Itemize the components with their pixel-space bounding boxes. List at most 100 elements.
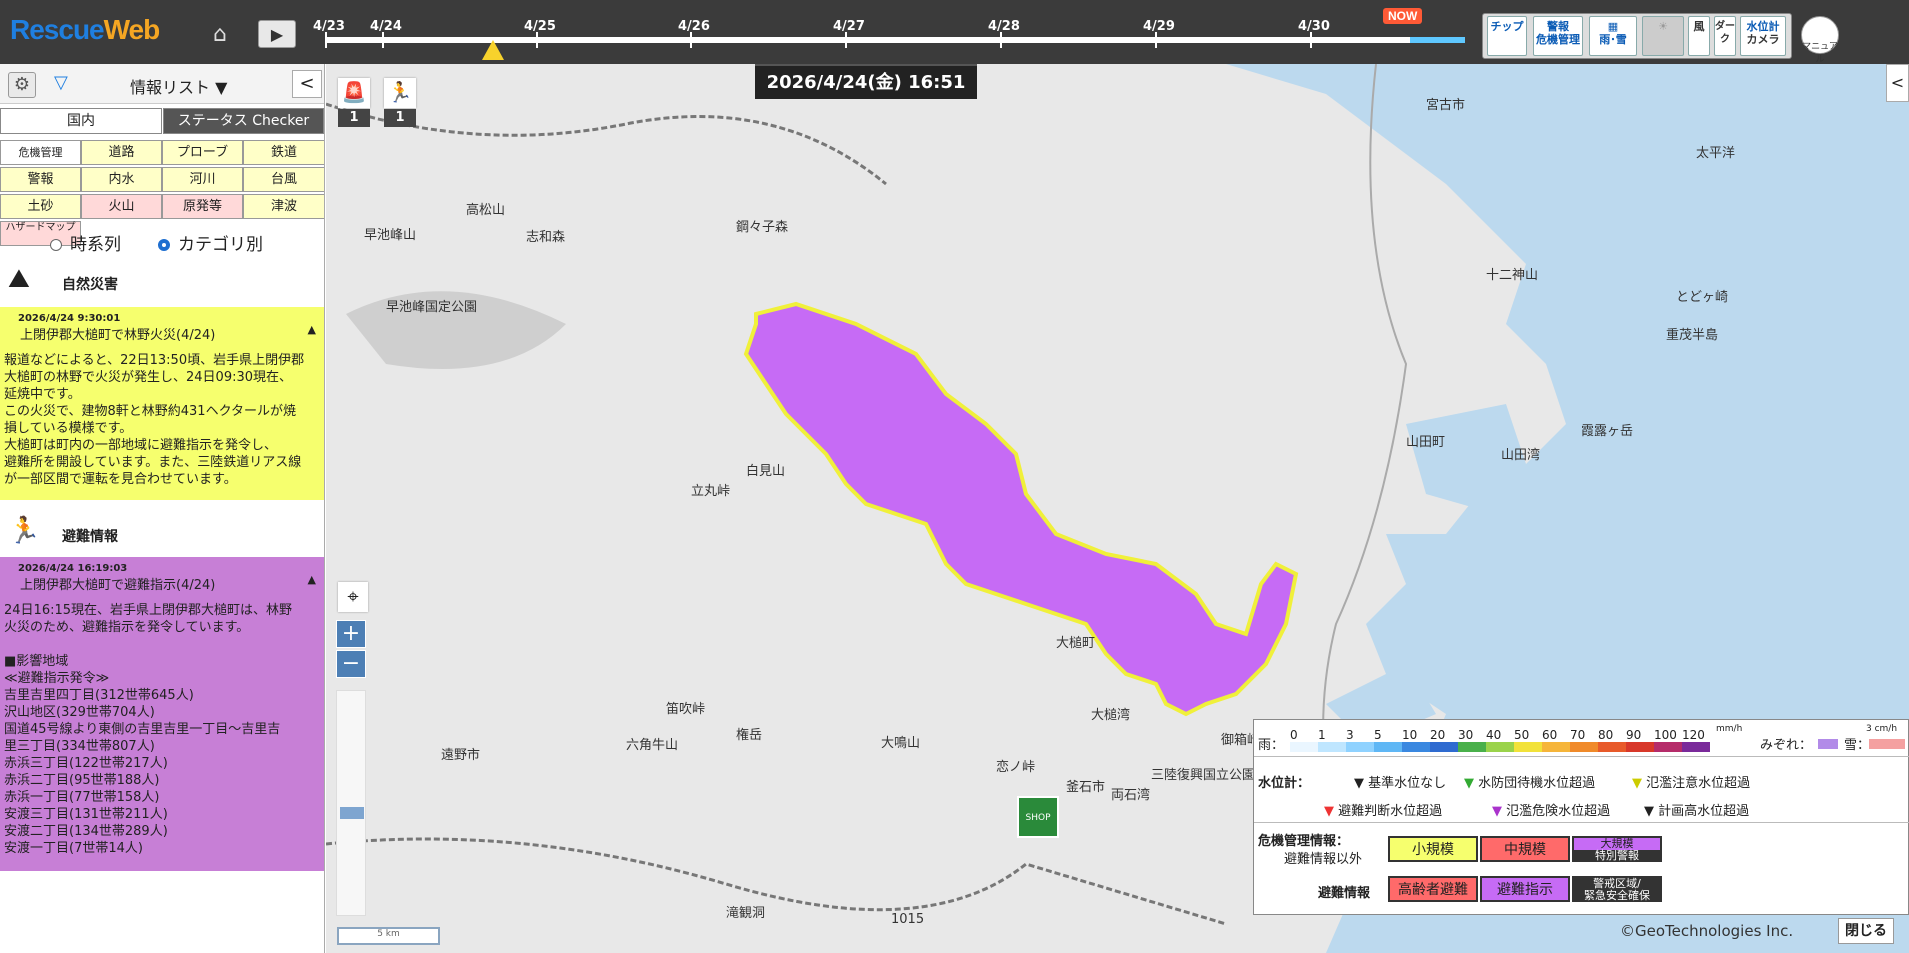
timeline-date-label[interactable]: 4/24 (370, 19, 402, 34)
rain-swatch (1346, 742, 1374, 752)
tab-status-checker[interactable]: ステータス Checker (163, 108, 324, 134)
rain-swatch (1626, 742, 1654, 752)
rain-swatch (1290, 742, 1318, 752)
rain-value-label: 50 (1514, 728, 1530, 742)
card-text-line: 避難所を開設しています。また、三陸鉄道リアス線 (4, 455, 302, 470)
rain-value-label: 70 (1570, 728, 1586, 742)
chip-button[interactable]: チップ (1487, 16, 1527, 56)
evacuation-person-icon[interactable]: 🏃 (384, 78, 416, 108)
card-text-line: 延焼中です。 (4, 387, 81, 402)
category-filter[interactable]: 警報 (0, 167, 81, 192)
legend-elderly-evac: 高齢者避難 (1388, 876, 1478, 902)
water-level-evac-judge: ▼ 避難判断水位超過 (1324, 804, 1443, 819)
rain-value-label: 120 (1682, 728, 1705, 742)
info-list-title[interactable]: 情報リスト ▼ (130, 74, 227, 98)
category-filter[interactable]: 道路 (81, 140, 162, 165)
home-icon[interactable]: ⌂ (205, 22, 235, 48)
map-place-label: とどヶ崎 (1676, 290, 1729, 305)
card-text-line: ■影響地域 (4, 654, 69, 669)
filter-icon[interactable]: ▽ (54, 72, 68, 93)
map-place-label: 笛吹峠 (666, 702, 706, 717)
card-text-line: 赤浜一丁目(77世帯158人) (4, 790, 160, 805)
map-place-label: 早池峰国定公園 (386, 300, 478, 315)
current-datetime: 2026/4/24(金) 16:51 (755, 64, 977, 99)
shop-icon[interactable]: SHOP (1017, 796, 1059, 838)
map-place-label: 立丸峠 (691, 484, 731, 499)
map-place-label: 大槌町 (1056, 636, 1096, 651)
timeline-tick (325, 32, 327, 48)
evacuation-card[interactable]: 2026/4/24 16:19:03 上閉伊郡大槌町で避難指示(4/24) ▲ … (0, 557, 324, 871)
category-filter[interactable]: 土砂 (0, 194, 81, 219)
zoom-handle[interactable] (340, 807, 364, 819)
gear-icon[interactable]: ⚙ (8, 72, 36, 98)
collapse-up-icon[interactable]: ▲ (308, 571, 316, 588)
timeline-marker[interactable] (482, 40, 504, 60)
wind-button[interactable]: 風 (1688, 16, 1710, 56)
snow-swatch (1869, 739, 1905, 749)
timeline-now-range (1410, 37, 1465, 43)
map-place-label: 滝観洞 (726, 906, 766, 921)
now-label[interactable]: NOW (1383, 8, 1423, 24)
section-natural-disaster: ⛰ 自然災害 (8, 264, 118, 294)
collapse-panel-button[interactable]: < (292, 70, 322, 98)
category-filter[interactable]: 台風 (243, 167, 324, 192)
timeline-date-label[interactable]: 4/30 (1298, 19, 1330, 34)
collapse-up-icon[interactable]: ▲ (308, 321, 316, 338)
card-text-line: 火災のため、避難指示を発令しています。 (4, 620, 250, 635)
map-place-label: 六角牛山 (626, 738, 679, 753)
timeline-date-label[interactable]: 4/26 (678, 19, 710, 34)
alert-button[interactable]: 警報 危機管理 (1533, 16, 1583, 56)
locate-icon[interactable]: ⌖ (338, 582, 368, 612)
radio-time-series[interactable]: 時系列 (50, 230, 121, 255)
timeline-tick (845, 32, 847, 48)
radio-category[interactable]: カテゴリ別 (158, 230, 263, 255)
legend-small: 小規模 (1388, 836, 1478, 862)
info-list-panel: ⚙ ▽ 情報リスト ▼ < 国内 ステータス Checker 危機管理 道路 プロー… (0, 64, 325, 953)
timeline-tick (1310, 32, 1312, 48)
rain-value-label: 30 (1458, 728, 1474, 742)
map-place-label: 恋ノ峠 (996, 760, 1036, 775)
map-legend: 雨： 0 1 3 5 10 20 30 40 50 60 70 80 90 100 120 mm/h みぞれ… (1253, 719, 1909, 915)
category-filter[interactable]: 危機管理 (0, 140, 81, 165)
zoom-in-button[interactable]: + (336, 620, 366, 648)
timeline-date-label[interactable]: 4/23 (313, 19, 345, 34)
zoom-out-button[interactable]: − (336, 650, 366, 678)
tab-domestic[interactable]: 国内 (0, 108, 162, 134)
app-logo[interactable]: RescueWeb (10, 14, 160, 46)
timeline-date-label[interactable]: 4/25 (524, 19, 556, 34)
sun-icon[interactable]: ☀ (1642, 16, 1684, 56)
close-legend-button[interactable]: 閉じる (1838, 918, 1894, 944)
category-filter[interactable]: プローブ (162, 140, 243, 165)
manual-button[interactable]: マニュアル (1801, 16, 1839, 65)
map-place-label: 早池峰山 (364, 228, 417, 243)
card-text-line: 赤浜二丁目(95世帯188人) (4, 773, 160, 788)
play-button[interactable]: ▶ (258, 20, 296, 48)
timeline-date-label[interactable]: 4/29 (1143, 19, 1175, 34)
category-filter[interactable]: 火山 (81, 194, 162, 219)
timeline-tick (536, 32, 538, 48)
wildfire-card[interactable]: 2026/4/24 9:30:01 上閉伊郡大槌町で林野火災(4/24) ▲ 報… (0, 307, 324, 500)
rain-value-label: 3 (1346, 728, 1354, 742)
rain-swatch (1598, 742, 1626, 752)
timeline-date-label[interactable]: 4/27 (833, 19, 865, 34)
rain-value-label: 100 (1654, 728, 1677, 742)
category-filter[interactable]: 原発等 (162, 194, 243, 219)
rain-snow-button[interactable]: ▦ 雨･雪 (1589, 16, 1637, 56)
water-level-planned: ▼ 計画高水位超過 (1644, 804, 1750, 819)
alert-siren-icon[interactable]: 🚨 (338, 78, 370, 108)
category-filter[interactable]: 鉄道 (243, 140, 324, 165)
dark-mode-button[interactable]: ダーク (1714, 16, 1736, 56)
water-level-caution: ▼ 氾濫注意水位超過 (1632, 776, 1751, 791)
rain-value-label: 80 (1598, 728, 1614, 742)
category-filter[interactable]: 津波 (243, 194, 324, 219)
timeline-date-label[interactable]: 4/28 (988, 19, 1020, 34)
right-panel-toggle[interactable]: < (1886, 64, 1909, 102)
evacuation-count-badge: 1 (384, 109, 416, 127)
category-filter[interactable]: 内水 (81, 167, 162, 192)
zoom-slider[interactable] (336, 690, 366, 916)
water-camera-button[interactable]: 水位計 カメラ (1740, 16, 1786, 56)
panel-header: ⚙ ▽ 情報リスト ▼ < (0, 64, 324, 104)
category-filter[interactable]: 河川 (162, 167, 243, 192)
card-text-line: 赤浜三丁目(122世帯217人) (4, 756, 168, 771)
water-level-danger: ▼ 氾濫危険水位超過 (1492, 804, 1611, 819)
